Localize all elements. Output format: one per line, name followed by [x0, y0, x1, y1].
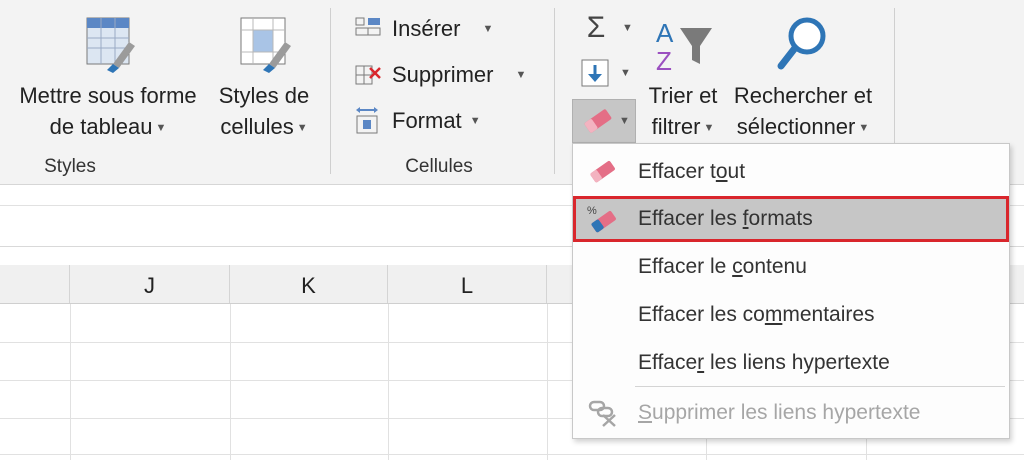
cell-styles-label-1: Styles de: [218, 83, 310, 108]
find-select-label-1: Rechercher et: [733, 83, 873, 108]
menu-separator: [635, 386, 1005, 387]
chevron-down-icon: ▼: [858, 121, 870, 134]
chevron-down-icon: ▼: [622, 22, 633, 34]
insert-label: Insérer: [392, 16, 461, 41]
column-header-j[interactable]: J: [70, 265, 230, 303]
column-header-k[interactable]: K: [230, 265, 388, 303]
delete-cells-icon: [355, 65, 381, 85]
svg-text:%: %: [587, 205, 597, 217]
eraser-icon: [573, 160, 633, 184]
sort-filter-button[interactable]: A Z Trier et filtrer ▼: [642, 14, 724, 144]
svg-text:A: A: [656, 18, 674, 48]
cell-styles-icon: [240, 17, 291, 73]
delete-label: Supprimer: [392, 62, 494, 87]
format-as-table-button[interactable]: Mettre sous forme de tableau ▼: [8, 14, 208, 144]
menu-item-label: Effacer les formats: [633, 207, 813, 231]
label-text: les liens hypertexte: [704, 351, 890, 374]
menu-item-label: Supprimer les liens hypertexte: [633, 401, 920, 425]
clear-formats-icon: %: [573, 203, 633, 235]
cell-styles-button[interactable]: Styles de cellules ▼: [212, 14, 316, 144]
eraser-icon: [584, 109, 612, 133]
insert-cells-icon: [355, 17, 381, 36]
format-as-table-label-2: de tableau: [49, 114, 153, 139]
chevron-down-icon: ▼: [619, 115, 630, 127]
column-line: [230, 304, 231, 460]
column-header-l[interactable]: L: [388, 265, 547, 303]
label-text: Efface: [638, 351, 698, 374]
row-line: [0, 454, 1024, 455]
format-label: Format: [392, 108, 462, 133]
access-key: c: [732, 255, 743, 278]
menu-item-label: Effacer tout: [633, 160, 745, 184]
format-as-table-line-2: de tableau ▼: [8, 111, 208, 144]
access-key: o: [715, 160, 728, 183]
cell-styles-line-2: cellules ▼: [212, 111, 316, 144]
cell-styles-label-2: cellules: [220, 114, 294, 139]
sort-filter-icon: A Z: [656, 18, 712, 74]
chevron-down-icon: ▼: [515, 69, 527, 81]
clear-dropdown-menu: Effacer tout % Effacer les formats Effac…: [572, 143, 1010, 439]
find-select-line-2: sélectionner ▼: [728, 111, 878, 144]
label-text: mentaires: [782, 303, 875, 326]
label-text: Effacer le: [638, 255, 733, 278]
menu-item-label: Effacer le contenu: [633, 255, 807, 279]
menu-item-label: Effacer les commentaires: [633, 303, 875, 327]
menu-item-clear-all[interactable]: Effacer tout: [573, 149, 1009, 195]
chevron-down-icon: ▼: [296, 121, 308, 134]
column-line: [70, 304, 71, 460]
label-text: Effacer t: [638, 160, 716, 183]
label-text: ut: [727, 160, 746, 183]
chevron-down-icon: ▼: [703, 121, 715, 134]
format-cells-icon: [356, 107, 378, 134]
menu-item-clear-formats[interactable]: % Effacer les formats: [573, 196, 1009, 242]
sort-filter-label-2: filtrer: [651, 114, 701, 139]
group-separator: [554, 8, 555, 174]
label-text: ormats: [748, 207, 813, 230]
sort-filter-line-2: filtrer ▼: [642, 111, 724, 144]
menu-item-clear-hyperlinks[interactable]: Effacer les liens hypertexte: [573, 340, 1009, 386]
label-text: Effacer les co: [638, 303, 765, 326]
insert-button[interactable]: Insérer ▼: [354, 12, 493, 46]
label-text: Effacer les: [638, 207, 743, 230]
find-select-button[interactable]: Rechercher et sélectionner ▼: [728, 14, 878, 144]
format-as-table-label-1: Mettre sous forme: [19, 83, 197, 108]
styles-group-label: Styles: [44, 156, 96, 177]
menu-item-remove-hyperlinks[interactable]: Supprimer les liens hypertexte: [573, 390, 1009, 436]
menu-item-label: Effacer les liens hypertexte: [633, 351, 890, 375]
label-text: upprimer les liens hypertexte: [652, 401, 921, 424]
chevron-down-icon: ▼: [469, 115, 481, 127]
svg-text:Z: Z: [656, 46, 672, 74]
column-line: [547, 304, 548, 460]
sort-filter-label-1: Trier et: [648, 83, 718, 108]
delete-button[interactable]: Supprimer ▼: [354, 58, 526, 92]
format-button[interactable]: Format ▼: [354, 104, 481, 138]
menu-item-clear-comments[interactable]: Effacer les commentaires: [573, 292, 1009, 338]
access-key: m: [764, 303, 783, 326]
menu-item-clear-contents[interactable]: Effacer le contenu: [573, 244, 1009, 290]
chevron-down-icon: ▼: [155, 121, 167, 134]
autosum-icon: Σ: [586, 11, 606, 44]
clear-button[interactable]: ▼: [572, 99, 636, 143]
remove-hyperlink-icon: [573, 399, 633, 427]
group-separator: [330, 8, 331, 174]
chevron-down-icon: ▼: [482, 23, 494, 35]
find-select-label-2: sélectionner: [736, 114, 856, 139]
find-icon: [777, 17, 826, 70]
access-key: S: [638, 401, 653, 424]
table-format-icon: [86, 17, 135, 73]
chevron-down-icon: ▼: [620, 67, 631, 79]
label-text: ontenu: [742, 255, 807, 278]
column-line: [388, 304, 389, 460]
column-header-empty[interactable]: [0, 265, 70, 303]
fill-button[interactable]: ▼: [578, 56, 631, 90]
cells-group-label: Cellules: [405, 156, 473, 177]
autosum-button[interactable]: Σ ▼: [578, 11, 633, 44]
fill-down-icon: [581, 59, 609, 87]
